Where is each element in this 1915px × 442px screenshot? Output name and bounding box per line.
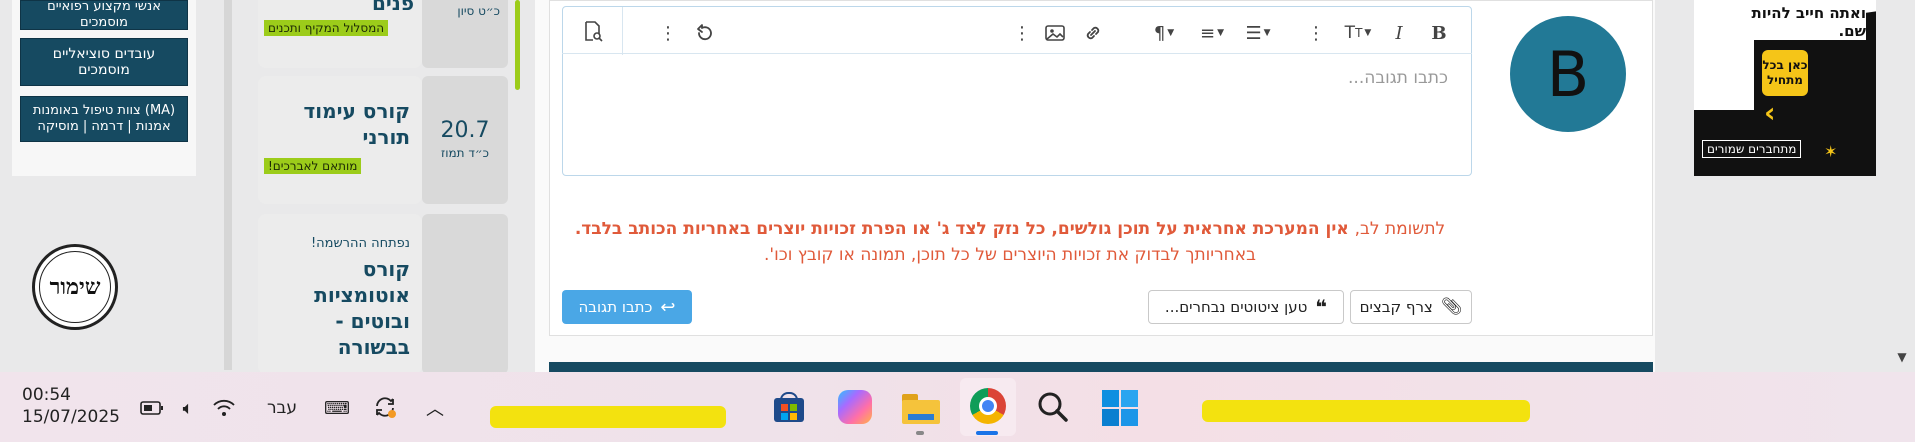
language-indicator[interactable]: עבר — [262, 394, 302, 422]
sidebar-item-medical[interactable]: אנשי מקצוע רפואיים מוסמכים — [20, 0, 188, 30]
sidebar-item-social-workers[interactable]: עובדים סוציאליים מוסמכים — [20, 38, 188, 86]
avatar: B — [1510, 16, 1626, 132]
attach-files-button[interactable]: 📎︎ צרף קבצים — [1350, 290, 1472, 324]
italic-icon[interactable]: I — [1384, 18, 1414, 48]
course-scrollbar[interactable] — [515, 0, 520, 90]
text-size-icon[interactable]: T T ▼ — [1338, 18, 1378, 48]
redaction — [1202, 400, 1530, 422]
arrow-icon: ‹ — [1764, 96, 1776, 129]
editor-placeholder[interactable]: כתבו תגובה... — [600, 68, 1448, 88]
wifi-icon[interactable] — [210, 394, 238, 422]
more-icon[interactable]: ⋮ — [1306, 18, 1326, 48]
redaction — [490, 406, 726, 428]
battery-icon[interactable] — [138, 394, 166, 422]
sync-icon[interactable] — [370, 392, 400, 422]
chevron-up-icon[interactable]: ︿ — [420, 394, 450, 422]
file-explorer-icon[interactable] — [902, 392, 940, 424]
clock[interactable]: 00:54 15/07/2025 — [22, 384, 120, 428]
undo-icon[interactable] — [690, 18, 720, 48]
start-icon[interactable] — [1102, 390, 1138, 426]
search-icon[interactable] — [1036, 390, 1070, 424]
bold-icon[interactable]: B — [1424, 18, 1454, 48]
sidebar-item-art-therapy[interactable]: צוות טיפול באומנות (MA) אמנות | דרמה | מ… — [20, 96, 188, 142]
chrome-icon[interactable] — [970, 388, 1006, 424]
link-icon[interactable] — [1078, 18, 1108, 48]
copilot-icon[interactable] — [838, 390, 872, 424]
store-icon[interactable] — [772, 390, 806, 424]
course-date: 20.7 כ״ד תמוז — [422, 76, 508, 204]
course-card[interactable]: קורס עימוד תורני מותאם לאברכים! — [258, 76, 422, 204]
course-date — [422, 214, 508, 374]
align-icon[interactable]: ≡ ▼ — [1192, 18, 1232, 48]
more-icon[interactable]: ⋮ — [1012, 18, 1032, 48]
more-icon[interactable]: ⋮ — [658, 18, 678, 48]
volume-icon[interactable]: 🔈︎ — [174, 394, 202, 422]
list-icon[interactable]: ☰ ▼ — [1238, 18, 1278, 48]
load-quotes-button[interactable]: ❝ טען ציטוטים נבחרים... — [1148, 290, 1344, 324]
course-list: פנים המסלול המקיף ותכנים כ״ט סיון קורס ע… — [258, 0, 508, 374]
keyboard-icon[interactable]: ⌨ — [322, 394, 352, 422]
course-card[interactable]: נפתחה ההרשמה! קורס אוטומציות ובוטים - בב… — [258, 214, 422, 374]
paragraph-icon[interactable]: ¶ ▼ — [1146, 18, 1182, 48]
page-gutter — [224, 0, 232, 370]
disclaimer: לתשומת לב, אין המערכת אחראית על תוכן גול… — [574, 219, 1446, 265]
scroll-down-icon[interactable]: ▼ — [1894, 350, 1910, 364]
reply-icon: ↩ — [660, 296, 676, 318]
ad-banner[interactable]: ואתה חייב להיות שם. כאן בכל מתחיל ‹ מתחב… — [1694, 0, 1876, 176]
active-indicator — [976, 431, 998, 435]
paperclip-icon: 📎︎ — [1440, 297, 1463, 317]
reply-button[interactable]: ↩ כתבו תגובה — [562, 290, 692, 324]
image-icon[interactable] — [1040, 18, 1070, 48]
course-date: כ״ט סיון — [422, 0, 508, 68]
star-icon: ✶ — [1824, 142, 1838, 161]
running-indicator — [916, 431, 924, 435]
course-card[interactable]: פנים המסלול המקיף ותכנים — [258, 0, 422, 68]
logo-seal: שימור — [32, 244, 118, 330]
quote-icon: ❝ — [1315, 295, 1328, 319]
preview-icon[interactable] — [563, 7, 623, 55]
